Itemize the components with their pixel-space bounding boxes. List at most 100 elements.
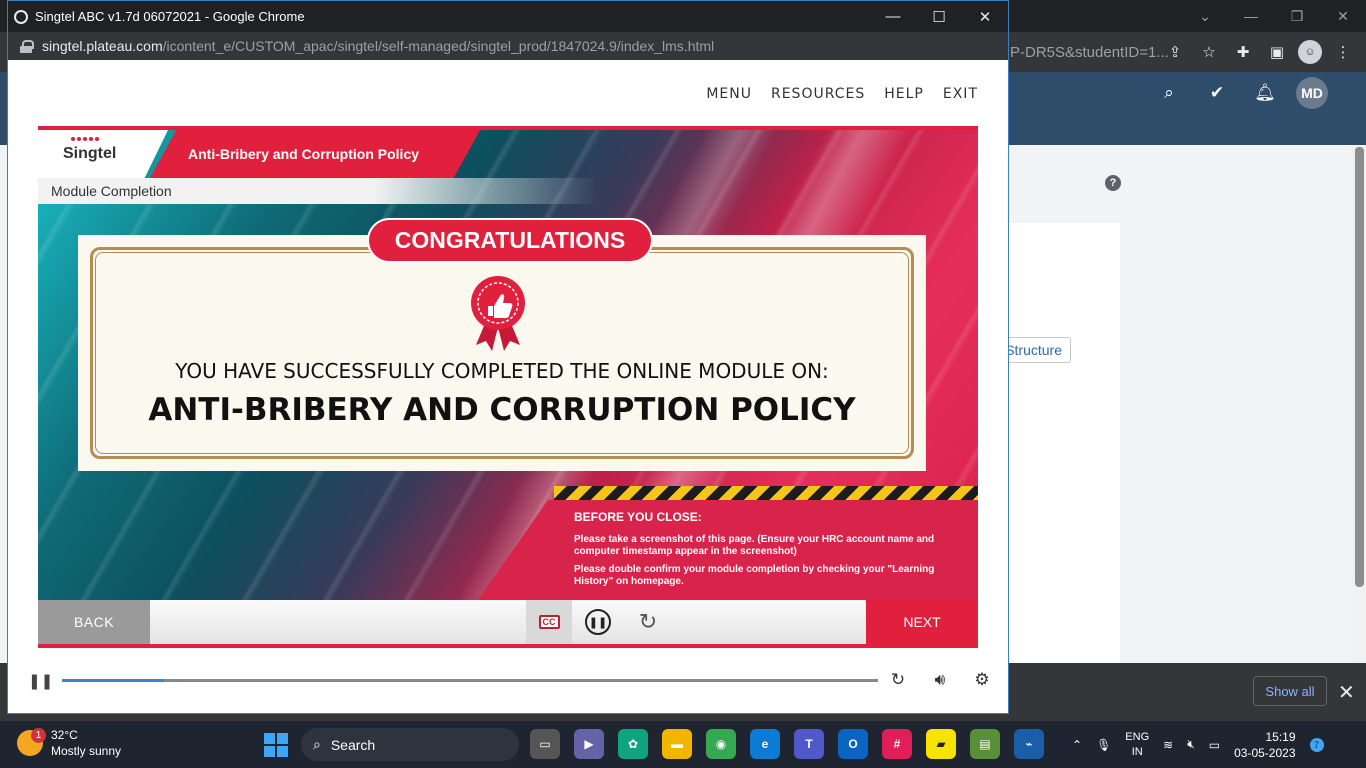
slack-icon[interactable]: # <box>882 729 912 759</box>
menu-link[interactable]: MENU <box>706 86 752 102</box>
cc-icon: CC <box>538 615 560 629</box>
course-top-nav: MENU RESOURCES HELP EXIT <box>706 86 978 102</box>
bell-icon[interactable]: 🔔︎ <box>1251 79 1279 107</box>
course-page: MENU RESOURCES HELP EXIT Singtel Anti-Br… <box>8 60 1008 713</box>
sun-icon: 1 <box>17 728 46 756</box>
next-button[interactable]: NEXT <box>866 600 978 644</box>
sticky-notes-icon[interactable]: ▰ <box>926 729 956 759</box>
section-title: Module Completion <box>51 183 172 199</box>
background-url-text[interactable]: P-DR5S&studentID=1... <box>1010 44 1169 61</box>
maximize-icon[interactable]: ☐ <box>916 1 962 32</box>
side-panel-icon[interactable]: ▣ <box>1264 36 1290 68</box>
weather-badge: 1 <box>31 728 46 743</box>
module-name: ANTI-BRIBERY AND CORRUPTION POLICY <box>148 392 856 428</box>
search-icon: ⌕ <box>313 736 321 752</box>
progress-fill <box>62 679 164 682</box>
volume-icon[interactable]: 🔊︎ <box>928 669 952 691</box>
help-icon[interactable]: ? <box>1105 175 1121 191</box>
replay-icon[interactable]: ↻ <box>886 669 910 691</box>
edge-icon[interactable]: e <box>750 729 780 759</box>
share-icon[interactable]: ⇪ <box>1162 36 1188 68</box>
globe-icon <box>14 9 28 24</box>
temperature: 32°C <box>51 728 78 742</box>
file-explorer-icon[interactable]: ▬ <box>662 729 692 759</box>
notification-count[interactable]: 7 <box>1309 737 1324 752</box>
url-path: /icontent_e/CUSTOM_apac/singtel/self-man… <box>162 38 715 54</box>
check-circle-icon[interactable]: ✔ <box>1203 79 1231 107</box>
resources-link[interactable]: RESOURCES <box>771 86 865 102</box>
congratulations-banner: CONGRATULATIONS <box>367 218 653 263</box>
show-all-button[interactable]: Show all <box>1253 676 1327 706</box>
windows-taskbar: 1 32°C Mostly sunny ⌕ Search ▭ ▶ ✿ ▬ ◉ e… <box>0 721 1366 768</box>
replay-icon: ↻ <box>638 609 658 634</box>
weather-description: Mostly sunny <box>51 744 122 758</box>
wifi-icon[interactable]: ≋ <box>1163 738 1173 752</box>
download-bar-close-icon[interactable]: ✕ <box>1338 680 1355 705</box>
hazard-stripe <box>554 486 978 500</box>
pause-button[interactable]: ❚❚ <box>575 600 621 644</box>
search-label: Search <box>330 736 376 753</box>
completion-statement: YOU HAVE SUCCESSFULLY COMPLETED THE ONLI… <box>175 359 829 383</box>
scrollbar-thumb[interactable] <box>1355 147 1364 587</box>
section-bar: Module Completion <box>38 178 598 204</box>
popup-url-bar[interactable]: singtel.plateau.com /icontent_e/CUSTOM_a… <box>8 32 1008 60</box>
teams-icon[interactable]: T <box>794 729 824 759</box>
notice-item: Please double confirm your module comple… <box>574 564 935 587</box>
chatgpt-icon[interactable]: ✿ <box>618 729 648 759</box>
notice-item: Please take a screenshot of this page. (… <box>574 534 935 557</box>
chrome-icon[interactable]: ◉ <box>706 729 736 759</box>
notice-heading: BEFORE YOU CLOSE: <box>574 510 702 524</box>
mute-icon[interactable]: 🔇︎ <box>1187 737 1195 752</box>
lock-icon[interactable] <box>20 39 34 53</box>
course-stage: Singtel Anti-Bribery and Corruption Poli… <box>38 126 978 648</box>
microphone-icon[interactable]: 🎙︎ <box>1096 738 1111 752</box>
thumbs-up-badge-icon <box>471 276 525 351</box>
help-link[interactable]: HELP <box>884 86 924 102</box>
chevron-down-icon[interactable]: ⌄ <box>1182 0 1228 32</box>
star-icon[interactable]: ☆ <box>1196 36 1222 68</box>
windows-start-icon[interactable] <box>264 733 288 757</box>
minimize-icon[interactable]: — <box>870 1 916 32</box>
background-panel <box>1008 223 1120 663</box>
close-icon[interactable]: ✕ <box>1320 0 1366 32</box>
close-icon[interactable]: ✕ <box>962 1 1008 32</box>
settings-gear-icon[interactable]: ⚙ <box>970 669 994 691</box>
profile-icon[interactable]: ☺ <box>1298 40 1322 64</box>
exit-link[interactable]: EXIT <box>943 86 978 102</box>
system-tray: ⌃ 🎙︎ ENG IN ≋ 🔇︎ ▭ 15:19 03-05-2023 7 <box>1072 721 1324 768</box>
search-icon[interactable]: ⌕ <box>1155 79 1183 107</box>
progress-track[interactable] <box>62 679 878 682</box>
background-header-icons: ⌕ ✔ 🔔︎ <box>1155 78 1279 108</box>
clock[interactable]: 15:19 03-05-2023 <box>1234 729 1295 761</box>
replay-button[interactable]: ↻ <box>626 600 670 644</box>
restore-icon[interactable]: ❐ <box>1274 0 1320 32</box>
course-title: Anti-Bribery and Corruption Policy <box>188 146 420 162</box>
battery-icon[interactable]: ▭ <box>1209 738 1220 752</box>
minimize-icon[interactable]: — <box>1228 0 1274 32</box>
task-view-icon[interactable]: ▭ <box>530 729 560 759</box>
video-call-icon[interactable]: ▶ <box>574 729 604 759</box>
chevron-up-icon[interactable]: ⌃ <box>1072 738 1082 752</box>
time: 15:19 <box>1265 729 1296 744</box>
back-button[interactable]: BACK <box>38 600 150 644</box>
url-host: singtel.plateau.com <box>42 38 163 54</box>
closed-captions-button[interactable]: CC <box>526 600 572 644</box>
course-popup-window: Singtel ABC v1.7d 06072021 - Google Chro… <box>7 0 1009 714</box>
weather-widget[interactable]: 1 32°C Mostly sunny <box>17 727 121 759</box>
remote-desktop-icon[interactable]: ⌁ <box>1014 729 1044 759</box>
before-close-notice: BEFORE YOU CLOSE: Please take a screensh… <box>478 500 978 600</box>
certificate: CONGRATULATIONS YOU HAVE SUCCESSFULLY CO… <box>78 218 926 471</box>
extensions-icon[interactable]: ✚ <box>1230 36 1256 68</box>
kebab-menu-icon[interactable]: ⋮ <box>1330 36 1356 68</box>
media-player-bar: ❚❚ ↻ 🔊︎ ⚙ <box>8 660 1008 700</box>
photo-editor-icon[interactable]: ▤ <box>970 729 1000 759</box>
player-pause-icon[interactable]: ❚❚ <box>28 672 53 690</box>
language-indicator[interactable]: ENG IN <box>1125 730 1149 760</box>
language-code: ENG <box>1125 730 1150 743</box>
popup-title-bar: Singtel ABC v1.7d 06072021 - Google Chro… <box>8 1 1008 32</box>
region-code: IN <box>1131 745 1143 758</box>
popup-window-title: Singtel ABC v1.7d 06072021 - Google Chro… <box>35 9 305 24</box>
outlook-icon[interactable]: O <box>838 729 868 759</box>
taskbar-search[interactable]: ⌕ Search <box>301 728 519 761</box>
avatar[interactable]: MD <box>1296 77 1328 109</box>
